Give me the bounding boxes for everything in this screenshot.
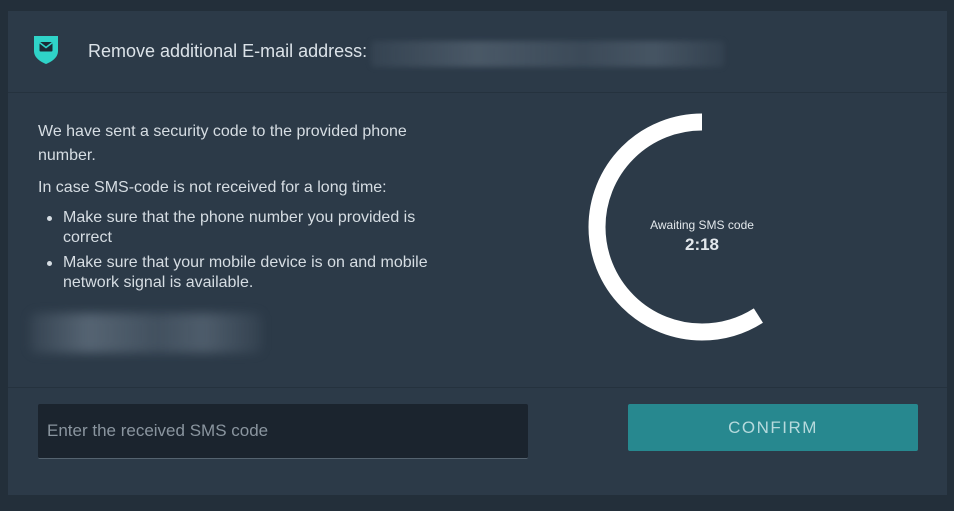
tip-item: Make sure that your mobile device is on … — [38, 253, 458, 293]
dialog-body: We have sent a security code to the prov… — [8, 93, 947, 388]
confirm-button[interactable]: CONFIRM — [628, 404, 918, 451]
instructions: We have sent a security code to the prov… — [38, 120, 458, 298]
tips-list: Make sure that the phone number you prov… — [38, 208, 458, 293]
redacted-phone — [30, 313, 262, 353]
dialog-header: Remove additional E-mail address: — [8, 11, 947, 93]
timer-label: Awaiting SMS code — [650, 218, 754, 232]
shield-mail-icon — [32, 33, 60, 65]
dialog-footer: CONFIRM — [8, 388, 947, 494]
sms-countdown: Awaiting SMS code 2:18 — [586, 111, 818, 343]
timer-value: 2:18 — [684, 235, 720, 254]
troubleshoot-intro: In case SMS-code is not received for a l… — [38, 179, 387, 196]
remove-email-dialog: Remove additional E-mail address: We hav… — [8, 11, 947, 495]
sms-code-input[interactable] — [38, 404, 528, 459]
dialog-title: Remove additional E-mail address: — [88, 41, 368, 61]
code-sent-text: We have sent a security code to the prov… — [38, 123, 407, 164]
redacted-email — [371, 41, 724, 67]
tip-item: Make sure that the phone number you prov… — [38, 208, 458, 248]
